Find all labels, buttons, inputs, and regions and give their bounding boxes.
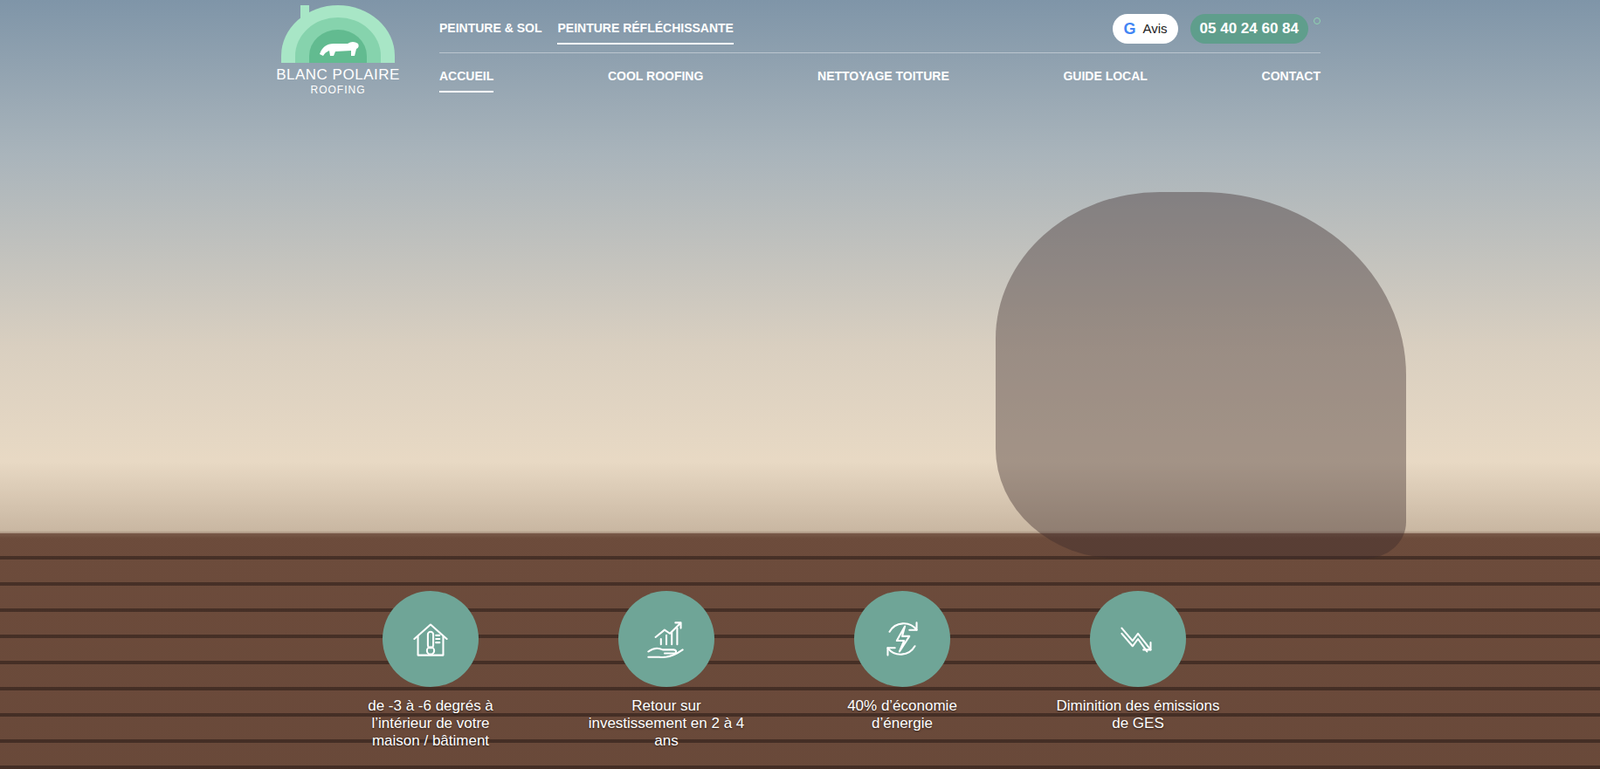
logo-icon <box>279 5 397 63</box>
main-nav-item[interactable]: CONTACT <box>1262 62 1321 93</box>
status-dot-icon <box>1313 17 1321 25</box>
reviews-button[interactable]: G Avis <box>1112 13 1178 44</box>
top-nav-item[interactable]: PEINTURE RÉFLÉCHISSANTE <box>557 13 733 45</box>
hero: BLANC POLAIREROOFINGPEINTURE & SOLPEINTU… <box>0 0 1600 769</box>
energy-icon <box>854 591 951 688</box>
main-nav-item[interactable]: GUIDE LOCAL <box>1062 62 1147 93</box>
feature: Retour sur investissement en 2 à 4 ans <box>548 591 785 751</box>
growth-icon <box>618 591 715 688</box>
roof-tiles <box>0 533 1600 769</box>
features: de -3 à -6 degrés à l’intérieur de votre… <box>0 591 1600 769</box>
feature: 40% d’économie d’énergie <box>784 591 1021 751</box>
reviews-label: Avis <box>1142 19 1167 40</box>
worker-silhouette <box>995 192 1407 559</box>
top-nav: PEINTURE & SOL PEINTURE RÉFLÉCHISSANTE <box>439 13 734 45</box>
feature: Diminition des émissions de GES <box>1020 591 1256 751</box>
main-nav-item[interactable]: COOL ROOFING <box>607 62 704 93</box>
feature-label: Diminition des émissions de GES <box>1055 697 1221 733</box>
google-icon: G <box>1123 17 1136 42</box>
phone-button[interactable]: 05 40 24 60 84 <box>1190 13 1309 44</box>
header: BLANC POLAIREROOFINGPEINTURE & SOLPEINTU… <box>279 0 1321 97</box>
main-nav: ACCUEIL COOL ROOFING NETTOYAGE TOITURE GUID… <box>439 53 1321 93</box>
thermo-icon <box>382 591 479 688</box>
feature-label: Retour sur investissement en 2 à 4 ans <box>583 697 750 751</box>
top-nav-item[interactable]: PEINTURE & SOL <box>439 13 542 45</box>
feature-label: 40% d’économie d’énergie <box>819 697 986 733</box>
logo[interactable]: BLANC POLAIREROOFING <box>279 5 397 97</box>
logo-sub: ROOFING <box>310 83 366 97</box>
feature-label: de -3 à -6 degrés à l’intérieur de votre… <box>347 697 514 751</box>
main-nav-item[interactable]: NETTOYAGE TOITURE <box>817 62 950 93</box>
feature: de -3 à -6 degrés à l’intérieur de votre… <box>312 591 549 751</box>
top-bar: PEINTURE & SOL PEINTURE RÉFLÉCHISSANTE G Av… <box>439 5 1321 54</box>
navigation: PEINTURE & SOL PEINTURE RÉFLÉCHISSANTE G Av… <box>439 5 1321 93</box>
logo-name: BLANC POLAIRE <box>275 66 400 84</box>
decline-icon <box>1089 591 1187 688</box>
main-nav-item[interactable]: ACCUEIL <box>439 62 494 93</box>
